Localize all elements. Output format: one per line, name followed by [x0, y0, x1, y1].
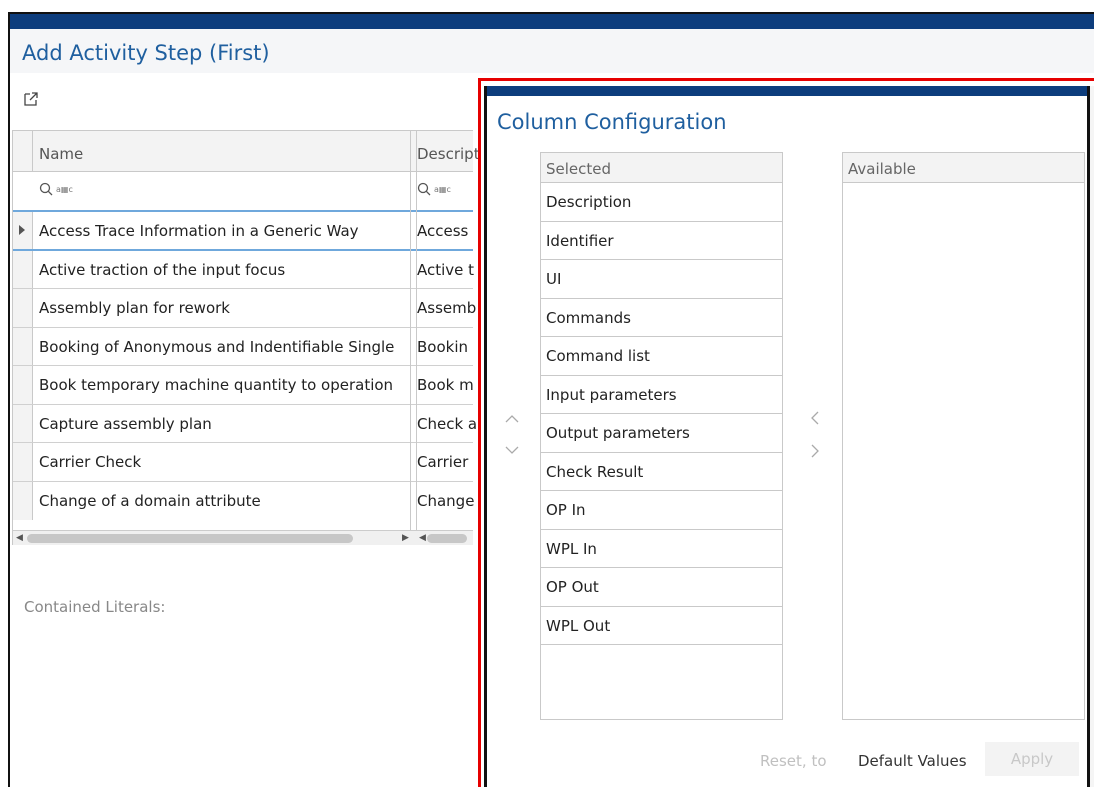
open-in-new-window-icon[interactable]	[23, 91, 39, 107]
cell-description: Assemb	[417, 299, 477, 317]
scrollbar-thumb[interactable]	[427, 534, 467, 543]
current-row-icon	[19, 225, 25, 235]
reset-to-label: Reset, to	[760, 752, 827, 770]
cell-name: Booking of Anonymous and Indentifiable S…	[39, 337, 395, 356]
cell-name: Change of a domain attribute	[39, 491, 261, 510]
cell-description: Access	[417, 222, 469, 240]
apply-button[interactable]: Apply	[985, 742, 1079, 776]
horizontal-scrollbar[interactable]: ◀ ▶ ◀	[13, 530, 473, 545]
move-down-icon[interactable]	[504, 442, 520, 458]
cell-description: Change	[417, 491, 475, 510]
move-to-selected-icon[interactable]	[807, 410, 823, 426]
column-header-description[interactable]: Descript	[417, 145, 480, 163]
list-item[interactable]: Output parameters	[541, 414, 782, 453]
cell-name: Assembly plan for rework	[39, 299, 230, 317]
cell-description: Bookin	[417, 337, 469, 356]
available-list: Available	[842, 152, 1085, 720]
name-filter-input[interactable]: a▦c	[39, 182, 73, 196]
cell-name: Book temporary machine quantity to opera…	[39, 376, 394, 394]
cell-description: Active t	[417, 260, 475, 279]
move-up-icon[interactable]	[504, 411, 520, 427]
cell-description: Carrier	[417, 453, 469, 471]
table-row[interactable]: Change of a domain attribute Change	[13, 481, 475, 520]
list-item[interactable]: UI	[541, 260, 782, 299]
list-item[interactable]: Input parameters	[541, 375, 782, 414]
list-item[interactable]: WPL In	[541, 529, 782, 568]
scrollbar-thumb[interactable]	[27, 534, 353, 543]
available-list-header: Available	[843, 153, 1084, 183]
text-filter-icon: a▦c	[56, 184, 73, 194]
column-configuration-dialog: Column Configuration Selected Descriptio…	[484, 86, 1090, 787]
background-window-edge	[1090, 86, 1094, 787]
table-row[interactable]: Access Trace Information in a Generic Wa…	[13, 212, 473, 251]
list-item[interactable]: Commands	[541, 298, 782, 337]
filter-row: a▦c a▦c	[13, 172, 473, 212]
cell-description: Book m	[417, 376, 474, 394]
list-item[interactable]: OP In	[541, 491, 782, 530]
row-selector[interactable]	[13, 443, 33, 481]
table-row[interactable]: Assembly plan for rework Assemb	[13, 289, 477, 328]
row-selector[interactable]	[13, 481, 33, 520]
cell-name: Access Trace Information in a Generic Wa…	[39, 222, 359, 240]
table-row[interactable]: Active traction of the input focus Activ…	[13, 250, 475, 289]
list-item[interactable]: Check Result	[541, 452, 782, 491]
row-selector[interactable]	[13, 250, 33, 288]
move-to-available-icon[interactable]	[807, 443, 823, 459]
default-values-button[interactable]: Default Values	[858, 752, 967, 770]
row-selector[interactable]	[13, 404, 33, 442]
column-divider	[416, 130, 417, 530]
search-icon	[417, 182, 431, 196]
page-title: Add Activity Step (First)	[22, 41, 270, 65]
list-item[interactable]: OP Out	[541, 568, 782, 607]
column-splitter[interactable]	[410, 130, 411, 530]
text-filter-icon: a▦c	[434, 184, 451, 194]
cell-name: Carrier Check	[39, 453, 142, 471]
table-row[interactable]: Book temporary machine quantity to opera…	[13, 366, 474, 405]
activity-grid: Name Descript a▦c a▦c Access Trace Infor…	[12, 130, 480, 545]
search-icon	[39, 182, 53, 196]
table-row[interactable]: Carrier Check Carrier	[13, 443, 473, 482]
table-row[interactable]: Booking of Anonymous and Indentifiable S…	[13, 327, 473, 366]
scroll-left-icon[interactable]: ◀	[16, 533, 23, 543]
main-topbar	[10, 14, 1094, 29]
cell-name: Active traction of the input focus	[39, 260, 286, 279]
list-item[interactable]: Description	[541, 183, 782, 222]
row-selector[interactable]	[13, 327, 33, 365]
dialog-title: Column Configuration	[497, 110, 727, 134]
cell-name: Capture assembly plan	[39, 414, 212, 433]
list-item[interactable]: Identifier	[541, 221, 782, 260]
scroll-left-icon[interactable]: ◀	[419, 533, 426, 543]
cell-description: Check a	[417, 414, 478, 433]
selected-list-header: Selected	[541, 153, 782, 183]
row-selector[interactable]	[13, 212, 33, 249]
contained-literals-label: Contained Literals:	[24, 598, 166, 616]
row-selector-header	[13, 131, 33, 173]
column-header-name[interactable]: Name	[39, 145, 83, 163]
grid-header: Name Descript	[13, 130, 480, 173]
description-filter-input[interactable]: a▦c	[417, 182, 451, 196]
list-item[interactable]: Command list	[541, 337, 782, 376]
main-titlebar: Add Activity Step (First)	[10, 29, 1094, 73]
row-selector[interactable]	[13, 366, 33, 404]
selected-list: Selected Description Identifier UI Comma…	[540, 152, 783, 720]
table-row[interactable]: Capture assembly plan Check a	[13, 404, 477, 443]
scroll-right-icon[interactable]: ▶	[402, 533, 409, 543]
dialog-topbar	[487, 86, 1087, 96]
row-selector[interactable]	[13, 289, 33, 327]
list-item[interactable]: WPL Out	[541, 606, 782, 645]
